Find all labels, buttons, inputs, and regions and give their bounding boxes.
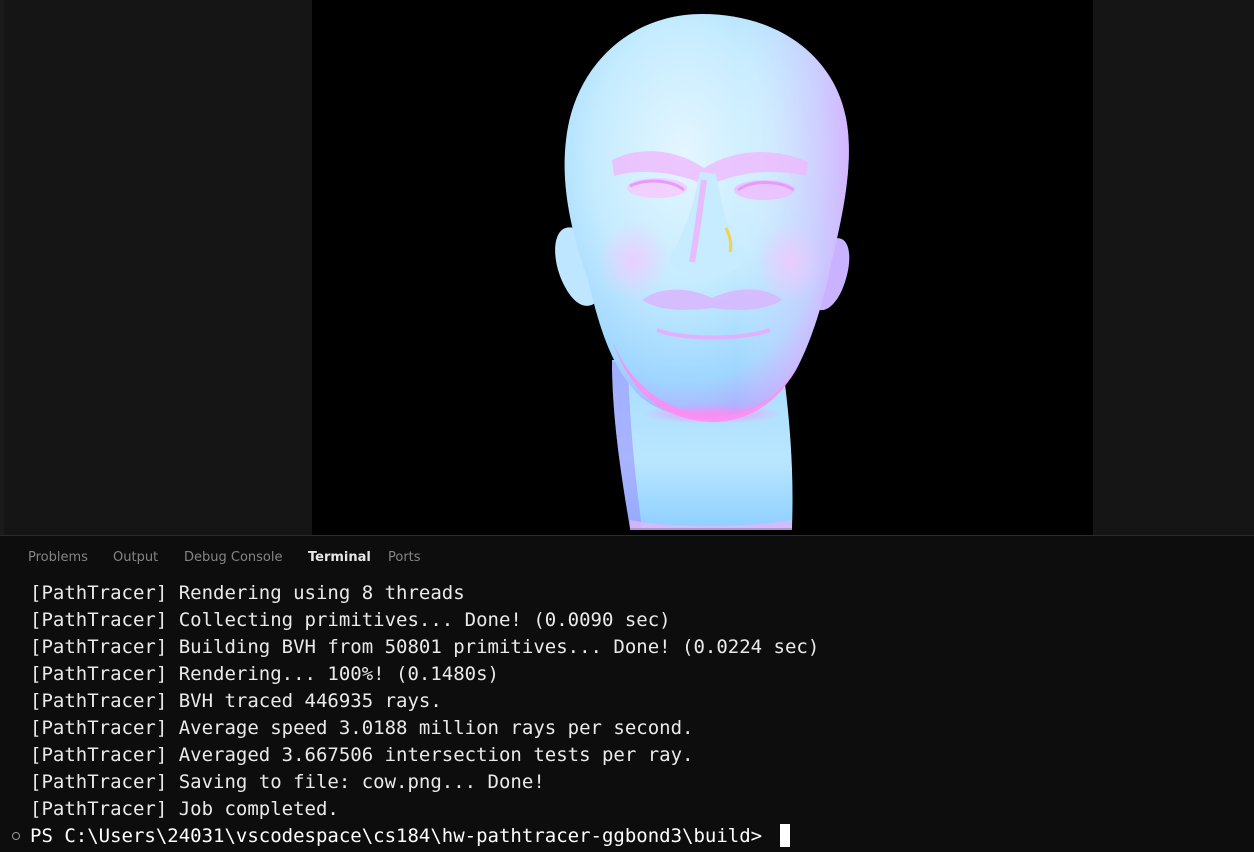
- terminal-line: [PathTracer] Saving to file: cow.png... …: [30, 771, 545, 793]
- tab-ports[interactable]: Ports: [388, 550, 421, 565]
- render-output-image: [312, 0, 1093, 535]
- command-status-icon[interactable]: [12, 832, 20, 840]
- tab-output[interactable]: Output: [113, 550, 158, 565]
- tab-terminal[interactable]: Terminal: [308, 550, 371, 565]
- terminal-output: [PathTracer] Rendering using 8 threads […: [30, 580, 819, 823]
- terminal-line: [PathTracer] Collecting primitives... Do…: [30, 609, 671, 631]
- preview-edge: [0, 0, 4, 535]
- panel-tab-bar: Problems Output Debug Console Terminal P…: [0, 536, 1254, 578]
- tab-debug-console[interactable]: Debug Console: [184, 550, 283, 565]
- bottom-panel: Problems Output Debug Console Terminal P…: [0, 535, 1254, 852]
- terminal-line: [PathTracer] Building BVH from 50801 pri…: [30, 636, 820, 658]
- terminal-prompt[interactable]: PS C:\Users\24031\vscodespace\cs184\hw-p…: [30, 823, 790, 850]
- terminal-cursor: [779, 824, 790, 847]
- terminal-line: [PathTracer] Average speed 3.0188 millio…: [30, 717, 694, 739]
- terminal-line: [PathTracer] Job completed.: [30, 798, 339, 820]
- terminal-view[interactable]: [PathTracer] Rendering using 8 threads […: [0, 578, 1254, 852]
- render-preview-area: [0, 0, 1254, 535]
- tab-problems[interactable]: Problems: [28, 550, 88, 565]
- terminal-prompt-row[interactable]: PS C:\Users\24031\vscodespace\cs184\hw-p…: [0, 823, 1254, 850]
- head-render-svg: [555, 14, 850, 530]
- prompt-path: PS C:\Users\24031\vscodespace\cs184\hw-p…: [30, 825, 774, 847]
- terminal-line: [PathTracer] Rendering... 100%! (0.1480s…: [30, 663, 499, 685]
- terminal-line: [PathTracer] Rendering using 8 threads: [30, 582, 465, 604]
- terminal-line: [PathTracer] BVH traced 446935 rays.: [30, 690, 442, 712]
- terminal-line: [PathTracer] Averaged 3.667506 intersect…: [30, 744, 694, 766]
